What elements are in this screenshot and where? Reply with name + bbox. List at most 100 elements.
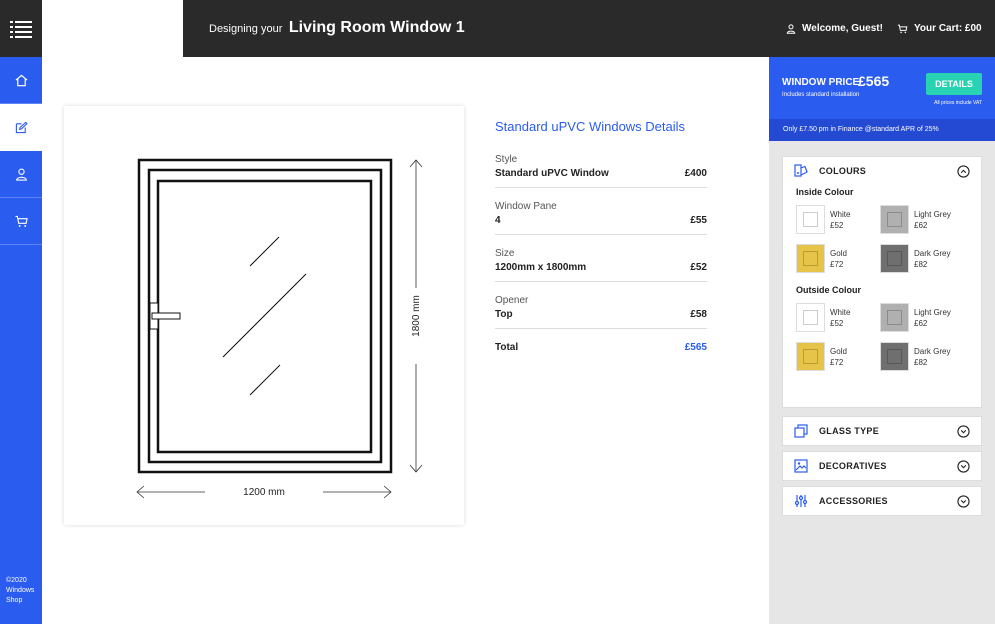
inside-colour-title: Inside Colour <box>796 187 854 197</box>
accessories-title: ACCESSORIES <box>819 496 888 506</box>
height-label: 1800 mm <box>411 295 422 337</box>
swatch-chip <box>796 303 825 332</box>
home-icon <box>15 74 27 86</box>
details-title: Standard uPVC Windows Details <box>495 119 686 134</box>
user-icon <box>15 168 27 181</box>
page-title-main: Living Room Window 1 <box>288 19 465 36</box>
total-label: Total <box>495 342 519 353</box>
accessories-accordion[interactable]: ACCESSORIES <box>782 486 982 516</box>
window-preview-card: 1800 mm 1200 mm <box>64 106 464 525</box>
colours-title: COLOURS <box>819 166 867 176</box>
menu-button[interactable] <box>0 0 42 57</box>
welcome-text: Welcome, Guest! <box>802 23 883 34</box>
decoratives-title: DECORATIVES <box>819 461 887 471</box>
details-section: Standard uPVC Windows Details Style Stan… <box>495 119 707 353</box>
glass-type-accordion[interactable]: GLASS TYPE <box>782 416 982 446</box>
options-panel: WINDOW PRICE £565 Includes standard inst… <box>769 57 995 624</box>
cart-icon <box>897 24 908 33</box>
swatch-chip <box>880 303 909 332</box>
app-root: ©2020 Windows Shop Designing your Living… <box>0 0 995 624</box>
swatch-chip <box>796 205 825 234</box>
swatch-price: £52 <box>830 318 844 328</box>
swatch-name: Gold <box>830 248 847 258</box>
detail-value: 1200mm x 1800mm <box>495 262 587 273</box>
outside-colour-title: Outside Colour <box>796 285 861 295</box>
inside-swatch-dark-grey[interactable]: Dark Grey £82 <box>880 244 964 273</box>
chevron-down-icon[interactable] <box>957 425 970 438</box>
chevron-down-icon[interactable] <box>957 495 970 508</box>
price-label: WINDOW PRICE <box>782 77 860 88</box>
swatch-chip <box>880 205 909 234</box>
sliders-icon <box>794 495 808 507</box>
outside-swatch-white[interactable]: White £52 <box>796 303 880 332</box>
swatch-name: White <box>830 209 851 219</box>
swatch-name: Gold <box>830 346 847 356</box>
detail-label: Window Pane <box>495 201 557 212</box>
detail-value: Standard uPVC Window <box>495 168 609 179</box>
glass-type-header[interactable]: GLASS TYPE <box>783 417 981 445</box>
cart-text: Your Cart: £00 <box>914 23 982 34</box>
swatch-price: £52 <box>830 220 844 230</box>
width-label: 1200 mm <box>243 487 285 498</box>
swatch-price: £62 <box>914 318 928 328</box>
user-icon <box>786 23 796 34</box>
swatch-price: £82 <box>914 259 928 269</box>
detail-row-opener: Opener Top £58 <box>495 295 707 329</box>
detail-price: £55 <box>690 215 707 226</box>
left-sidebar: ©2020 Windows Shop <box>0 0 42 624</box>
page-title-prefix: Designing your <box>209 23 283 35</box>
vat-note: All prices include VAT <box>934 100 982 106</box>
top-bar: Designing your Living Room Window 1 Welc… <box>183 0 995 57</box>
outside-swatch-light-grey[interactable]: Light Grey £62 <box>880 303 964 332</box>
nav-account[interactable] <box>0 151 42 198</box>
price-box: WINDOW PRICE £565 Includes standard inst… <box>769 57 995 119</box>
detail-price: £400 <box>684 168 707 179</box>
nav-home[interactable] <box>0 57 42 104</box>
accessories-header[interactable]: ACCESSORIES <box>783 487 981 515</box>
detail-label: Style <box>495 154 518 165</box>
window-diagram: 1800 mm 1200 mm <box>136 158 423 499</box>
swatch-price: £62 <box>914 220 928 230</box>
detail-label: Opener <box>495 295 529 306</box>
outside-swatch-gold[interactable]: Gold £72 <box>796 342 880 371</box>
inside-colour-grid: White £52 Light Grey £62 Gold £72 Dark Grey… <box>783 197 981 273</box>
swatch-name: Dark Grey <box>914 248 951 258</box>
nav-edit[interactable] <box>0 104 42 151</box>
colours-header[interactable]: COLOURS <box>783 157 981 185</box>
nav-cart[interactable] <box>0 198 42 245</box>
window-handle <box>149 302 181 330</box>
detail-price: £52 <box>690 262 707 273</box>
inside-swatch-white[interactable]: White £52 <box>796 205 880 234</box>
decoratives-header[interactable]: DECORATIVES <box>783 452 981 480</box>
price-subtext: Includes standard installation <box>782 92 860 98</box>
page-title: Designing your Living Room Window 1 <box>209 19 465 37</box>
finance-banner: Only £7.50 pm in Finance @standard APR o… <box>769 119 995 141</box>
detail-row-size: Size 1200mm x 1800mm £52 <box>495 248 707 282</box>
decoratives-accordion[interactable]: DECORATIVES <box>782 451 982 481</box>
chevron-down-icon[interactable] <box>957 460 970 473</box>
cart-link[interactable]: Your Cart: £00 <box>897 23 982 34</box>
swatch-price: £72 <box>830 357 844 367</box>
swatch-name: Light Grey <box>914 307 951 317</box>
swatch-name: White <box>830 307 851 317</box>
detail-row-pane: Window Pane 4 £55 <box>495 201 707 235</box>
detail-total-row: Total £565 <box>495 342 707 353</box>
chevron-up-icon[interactable] <box>957 165 970 178</box>
swatch-price: £82 <box>914 357 928 367</box>
inside-swatch-gold[interactable]: Gold £72 <box>796 244 880 273</box>
copyright-text: ©2020 Windows Shop <box>6 577 35 604</box>
colours-accordion: COLOURS Inside Colour White £52 Light Gre… <box>782 156 982 408</box>
glass-type-title: GLASS TYPE <box>819 426 880 436</box>
details-button[interactable]: DETAILS <box>926 73 982 95</box>
detail-value: Top <box>495 309 513 320</box>
welcome-link[interactable]: Welcome, Guest! <box>786 23 883 34</box>
total-value: £565 <box>684 342 707 353</box>
outside-swatch-dark-grey[interactable]: Dark Grey £82 <box>880 342 964 371</box>
swatch-chip <box>880 244 909 273</box>
cart-icon <box>14 215 28 227</box>
inside-swatch-light-grey[interactable]: Light Grey £62 <box>880 205 964 234</box>
swatch-chip <box>880 342 909 371</box>
hamburger-menu-icon <box>10 20 32 38</box>
swatch-chip <box>796 244 825 273</box>
palette-icon <box>794 164 808 177</box>
